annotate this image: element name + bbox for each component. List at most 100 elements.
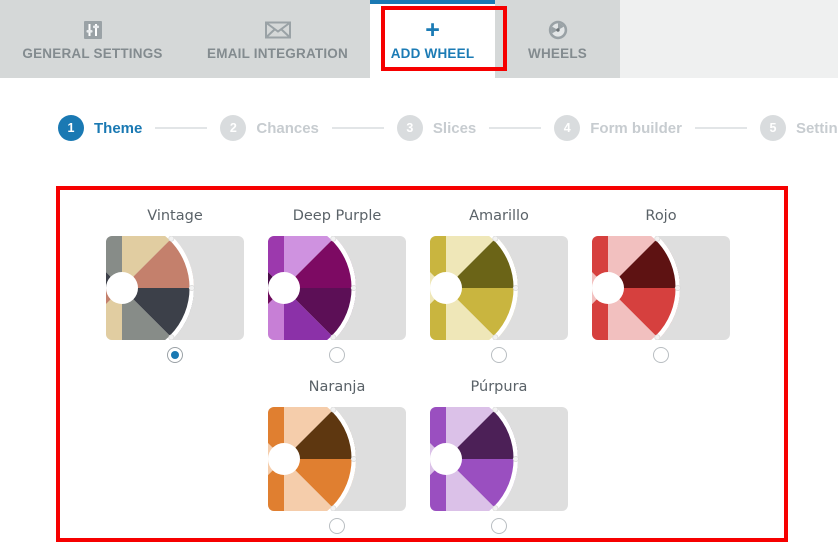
theme-radio-wrap-deep-purple xyxy=(329,347,345,363)
theme-radio-naranja[interactable] xyxy=(329,518,345,534)
theme-option-vintage[interactable]: Vintage xyxy=(94,208,256,363)
wheel-peg xyxy=(654,334,661,340)
wheel-peg xyxy=(350,456,357,462)
wheel-peg xyxy=(492,334,499,340)
wheel-peg xyxy=(492,407,499,413)
tab-add-wheel-label: ADD WHEEL xyxy=(390,46,475,61)
step-connector xyxy=(694,127,747,129)
step-slices-number: 3 xyxy=(396,115,423,141)
theme-picker-panel: Vintage Deep Purple Amarillo Rojo Naranj… xyxy=(56,186,788,542)
wheel-hub xyxy=(106,272,138,304)
wheel-peg xyxy=(330,505,337,511)
wheel-peg xyxy=(330,407,337,413)
radio-dot xyxy=(171,351,179,359)
step-settings-label: Settings xyxy=(795,119,838,137)
wheel-hub xyxy=(430,272,462,304)
wheel-peg xyxy=(168,236,175,242)
step-theme[interactable]: 1 Theme xyxy=(58,115,142,141)
envelope-icon xyxy=(264,17,291,43)
theme-option-deep-purple[interactable]: Deep Purple xyxy=(256,208,418,363)
wheel-peg xyxy=(492,236,499,242)
theme-radio-purpura[interactable] xyxy=(491,518,507,534)
step-chances-number: 2 xyxy=(220,115,247,141)
step-settings[interactable]: 5 Settings xyxy=(759,115,838,141)
tab-bar-filler xyxy=(620,0,838,78)
plus-icon: + xyxy=(425,15,440,44)
theme-radio-wrap-naranja xyxy=(329,518,345,534)
theme-name-naranja: Naranja xyxy=(308,379,366,395)
step-form-builder-label: Form builder xyxy=(590,119,682,137)
theme-preview-naranja[interactable] xyxy=(268,407,406,511)
wheel-graphic xyxy=(268,407,357,511)
theme-preview-vintage[interactable] xyxy=(106,236,244,340)
wheel-peg xyxy=(654,236,661,242)
tab-email-integration-label: EMAIL INTEGRATION xyxy=(207,46,348,61)
tab-general-settings-label: GENERAL SETTINGS xyxy=(22,46,163,61)
wheel-peg xyxy=(330,236,337,242)
theme-preview-purpura[interactable] xyxy=(430,407,568,511)
theme-radio-deep-purple[interactable] xyxy=(329,347,345,363)
wheel-peg xyxy=(330,334,337,340)
step-theme-number: 1 xyxy=(58,115,84,141)
theme-radio-wrap-purpura xyxy=(491,518,507,534)
wheel-peg xyxy=(168,334,175,340)
tab-add-wheel[interactable]: + ADD WHEEL xyxy=(370,0,495,78)
wheel-peg xyxy=(512,456,519,462)
tab-general-settings[interactable]: GENERAL SETTINGS xyxy=(0,0,185,78)
theme-option-rojo[interactable]: Rojo xyxy=(580,208,742,363)
theme-radio-rojo[interactable] xyxy=(653,347,669,363)
step-slices-label: Slices xyxy=(432,119,477,137)
theme-name-rojo: Rojo xyxy=(645,208,677,224)
step-connector xyxy=(331,127,384,129)
wheel-hub xyxy=(268,272,300,304)
theme-radio-wrap-amarillo xyxy=(491,347,507,363)
step-connector xyxy=(489,127,542,129)
theme-radio-wrap-vintage xyxy=(167,347,183,363)
step-form-builder[interactable]: 4 Form builder xyxy=(554,115,682,141)
theme-row-2: Naranja Púrpura xyxy=(60,379,784,534)
wheel-hub xyxy=(268,443,300,475)
theme-option-amarillo[interactable]: Amarillo xyxy=(418,208,580,363)
active-tab-indicator xyxy=(370,0,495,4)
tab-wheels[interactable]: WHEELS xyxy=(495,0,620,78)
wheel-graphic xyxy=(592,236,681,340)
step-chances[interactable]: 2 Chances xyxy=(220,115,319,141)
step-settings-number: 5 xyxy=(759,115,786,141)
tab-email-integration[interactable]: EMAIL INTEGRATION xyxy=(185,0,370,78)
wheel-graphic xyxy=(430,407,519,511)
wheel-peg xyxy=(188,285,195,291)
theme-name-deep-purple: Deep Purple xyxy=(292,208,382,224)
tab-wheels-label: WHEELS xyxy=(528,46,587,61)
step-form-builder-number: 4 xyxy=(554,115,581,141)
wheel-peg xyxy=(350,285,357,291)
wheel-hub xyxy=(430,443,462,475)
theme-row-1: Vintage Deep Purple Amarillo Rojo xyxy=(60,208,784,363)
theme-preview-rojo[interactable] xyxy=(592,236,730,340)
wheel-peg xyxy=(674,285,681,291)
step-connector xyxy=(155,127,208,129)
top-tab-bar: GENERAL SETTINGS EMAIL INTEGRATION + ADD… xyxy=(0,0,838,78)
sliders-icon xyxy=(82,17,104,43)
tab-strip: GENERAL SETTINGS EMAIL INTEGRATION + ADD… xyxy=(0,0,620,78)
wheel-peg xyxy=(512,285,519,291)
step-theme-label: Theme xyxy=(94,119,143,137)
theme-name-vintage: Vintage xyxy=(147,208,203,224)
step-slices[interactable]: 3 Slices xyxy=(396,115,477,141)
wheel-icon xyxy=(547,17,569,43)
theme-radio-amarillo[interactable] xyxy=(491,347,507,363)
wizard-stepper: 1 Theme 2 Chances 3 Slices 4 Form builde… xyxy=(0,100,838,156)
wheel-hub xyxy=(592,272,624,304)
theme-option-purpura[interactable]: Púrpura xyxy=(418,379,580,534)
wheel-peg xyxy=(492,505,499,511)
theme-option-naranja[interactable]: Naranja xyxy=(256,379,418,534)
theme-name-purpura: Púrpura xyxy=(470,379,528,395)
theme-preview-deep-purple[interactable] xyxy=(268,236,406,340)
theme-grid: Vintage Deep Purple Amarillo Rojo Naranj… xyxy=(60,190,784,538)
theme-preview-amarillo[interactable] xyxy=(430,236,568,340)
theme-radio-wrap-rojo xyxy=(653,347,669,363)
theme-radio-vintage[interactable] xyxy=(167,347,183,363)
wheel-graphic xyxy=(430,236,519,340)
step-chances-label: Chances xyxy=(256,119,319,137)
wheel-graphic xyxy=(106,236,195,340)
wheel-graphic xyxy=(268,236,357,340)
